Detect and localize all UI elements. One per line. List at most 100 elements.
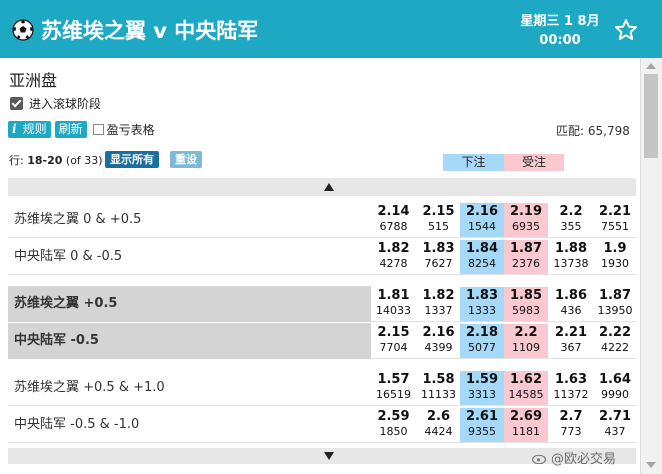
weibo-icon	[532, 454, 547, 464]
available-volume: 8254	[468, 257, 496, 270]
odds-price: 2.22	[598, 325, 632, 340]
odds-price: 1.86	[554, 288, 588, 303]
back-price-cell[interactable]: 2.59 1850	[372, 408, 415, 442]
runner-name: 中央陆军 -0.5	[8, 323, 371, 359]
lay-price-cell[interactable]: 2.71 437	[594, 408, 636, 442]
rules-button[interactable]: i 规则	[8, 121, 51, 138]
lay-price-cell[interactable]: 1.63 11372	[550, 371, 592, 405]
back-price-cell[interactable]: 1.83 7627	[417, 240, 460, 274]
available-volume: 4399	[424, 341, 453, 354]
back-price-cell[interactable]: 2.15 515	[417, 203, 460, 237]
available-volume: 14033	[376, 304, 411, 317]
available-volume: 436	[560, 304, 582, 317]
odds-price: 1.59	[465, 372, 499, 387]
odds-price: 2.16	[465, 204, 499, 219]
back-price-cell[interactable]: 2.14 6788	[372, 203, 415, 237]
back-price-cell[interactable]: 1.57 16519	[372, 371, 415, 405]
odds-price: 1.88	[554, 241, 588, 256]
lay-price-cell[interactable]: 2.69 1181	[504, 408, 548, 442]
odds-price: 1.9	[603, 241, 627, 256]
back-price-cell[interactable]: 2.6 4424	[417, 408, 460, 442]
odds-price: 1.82	[377, 241, 410, 256]
scrollbar-thumb[interactable]	[644, 74, 658, 158]
back-price-cell[interactable]: 2.61 9355	[460, 408, 504, 442]
lay-price-cell[interactable]: 1.86 436	[550, 287, 592, 321]
available-volume: 11133	[421, 388, 456, 401]
lay-price-cell[interactable]: 1.62 14585	[504, 371, 548, 405]
lay-price-cell[interactable]: 2.22 4222	[594, 324, 636, 358]
odds-price: 2.18	[465, 325, 499, 340]
back-price-cell[interactable]: 1.81 14033	[372, 287, 415, 321]
lay-price-cell[interactable]: 1.9 1930	[594, 240, 636, 274]
scroll-down-arrow-icon[interactable]	[646, 462, 656, 468]
refresh-button[interactable]: 刷新	[54, 121, 87, 138]
back-price-cell[interactable]: 1.84 8254	[460, 240, 504, 274]
pnl-toggle[interactable]: 盈亏表格	[92, 121, 155, 138]
scroll-up-arrow-icon[interactable]	[646, 63, 656, 69]
info-icon: i	[12, 122, 17, 136]
runner-row: 中央陆军 -0.5 & -1.0 2.59 1850 2.6 4424 2.61 9355 2…	[8, 407, 636, 443]
back-price-cell[interactable]: 1.59 3313	[460, 371, 504, 405]
runner-row: 苏维埃之翼 0 & +0.5 2.14 6788 2.15 515 2.16 1544 2.1…	[8, 202, 636, 238]
event-datetime: 星期三 1 8月 00:00	[512, 12, 608, 50]
lay-price-cell[interactable]: 2.19 6935	[504, 203, 548, 237]
runner-name: 中央陆军 0 & -0.5	[14, 249, 123, 264]
inplay-option[interactable]: 进入滚球阶段	[10, 95, 101, 111]
available-volume: 355	[560, 220, 582, 233]
available-volume: 16519	[376, 388, 411, 401]
odds-price: 1.83	[465, 288, 499, 303]
inplay-checkbox[interactable]	[10, 96, 23, 110]
odds-price: 2.16	[422, 325, 455, 340]
reset-button[interactable]: 重设	[170, 151, 202, 168]
market-toolbar: i 规则 刷新 盈亏表格	[8, 121, 155, 138]
inplay-label: 进入滚球阶段	[29, 96, 102, 111]
back-price-cell[interactable]: 1.83 1333	[460, 287, 504, 321]
event-time: 00:00	[539, 33, 581, 48]
runner-name: 中央陆军 -0.5 & -1.0	[14, 417, 140, 432]
lay-price-cell[interactable]: 2.21 7551	[594, 203, 636, 237]
pnl-checkbox[interactable]	[92, 124, 104, 135]
lay-price-cell[interactable]: 2.2 355	[550, 203, 592, 237]
lay-price-cell[interactable]: 1.87 13950	[594, 287, 636, 321]
available-volume: 1181	[512, 425, 540, 438]
lay-price-cell[interactable]: 1.88 13738	[550, 240, 592, 274]
available-volume: 5983	[512, 304, 540, 317]
lay-price-cell[interactable]: 1.85 5983	[504, 287, 548, 321]
runner-row: 苏维埃之翼 +0.5 & +1.0 1.57 16519 1.58 11133 1.59 3…	[8, 370, 636, 406]
favourite-star-icon[interactable]	[614, 18, 638, 42]
odds-price: 2.7	[559, 409, 583, 424]
runner-row: 中央陆军 0 & -0.5 1.82 4278 1.83 7627 1.84 8254 1.8…	[8, 239, 636, 275]
runner-name: 苏维埃之翼 +0.5 & +1.0	[14, 380, 165, 395]
odds-price: 2.14	[377, 204, 410, 219]
scroll-runners-up-button[interactable]	[8, 178, 636, 196]
available-volume: 1333	[468, 304, 496, 317]
lay-price-cell[interactable]: 2.2 1109	[504, 324, 548, 358]
lay-price-cell[interactable]: 1.87 2376	[504, 240, 548, 274]
available-volume: 1544	[468, 220, 496, 233]
lay-price-cell[interactable]: 2.7 773	[550, 408, 592, 442]
back-price-cell[interactable]: 2.16 4399	[417, 324, 460, 358]
back-price-cell[interactable]: 2.15 7704	[372, 324, 415, 358]
back-price-cell[interactable]: 2.18 5077	[460, 324, 504, 358]
odds-price: 2.21	[554, 325, 588, 340]
available-volume: 9355	[468, 425, 496, 438]
show-all-button[interactable]: 显示所有	[105, 151, 159, 168]
watermark: @欧必交易	[532, 448, 616, 467]
lay-price-cell[interactable]: 1.64 9990	[594, 371, 636, 405]
back-price-cell[interactable]: 1.82 1337	[417, 287, 460, 321]
available-volume: 4424	[424, 425, 453, 438]
available-volume: 7551	[601, 220, 629, 233]
lay-price-cell[interactable]: 2.21 367	[550, 324, 592, 358]
pnl-label: 盈亏表格	[106, 123, 155, 137]
available-volume: 6788	[379, 220, 408, 233]
odds-price: 2.15	[422, 204, 455, 219]
available-volume: 1850	[379, 425, 408, 438]
back-price-cell[interactable]: 1.82 4278	[372, 240, 415, 274]
runner-row: 苏维埃之翼 +0.5 1.81 14033 1.82 1337 1.83 1333 1.85 5…	[8, 286, 636, 322]
odds-price: 1.87	[509, 241, 543, 256]
available-volume: 2376	[512, 257, 540, 270]
odds-price: 2.19	[509, 204, 543, 219]
back-price-cell[interactable]: 1.58 11133	[417, 371, 460, 405]
runner-name: 苏维埃之翼 +0.5	[8, 286, 371, 322]
back-price-cell[interactable]: 2.16 1544	[460, 203, 504, 237]
